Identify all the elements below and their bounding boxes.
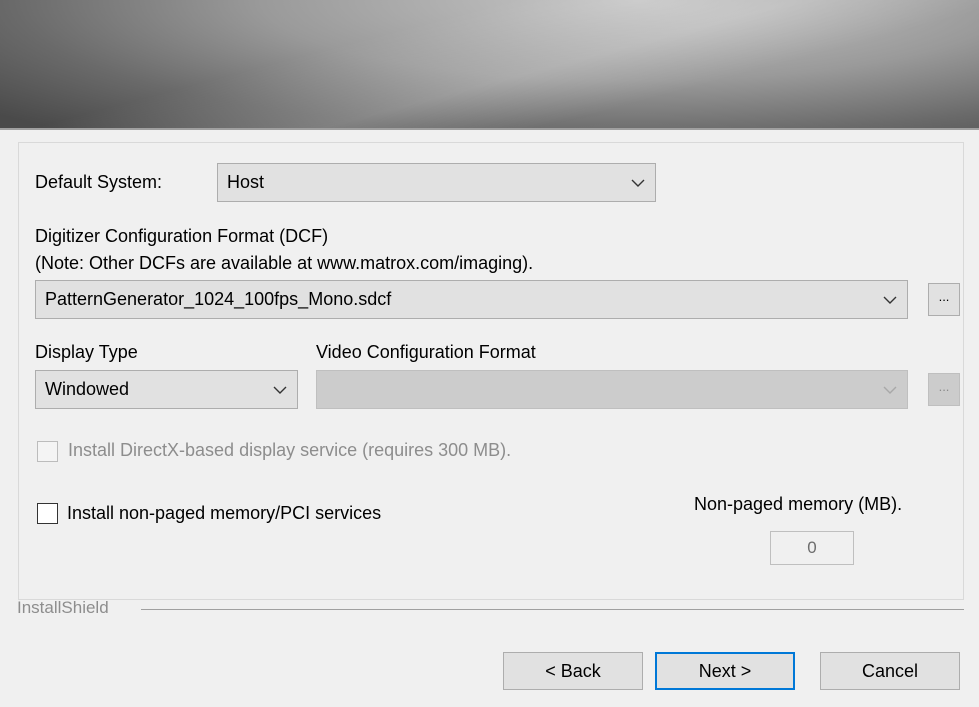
- dcf-select[interactable]: PatternGenerator_1024_100fps_Mono.sdcf: [35, 280, 908, 319]
- chevron-down-icon: [631, 179, 645, 187]
- installshield-brand: InstallShield: [17, 598, 109, 617]
- chevron-down-icon: [273, 386, 287, 394]
- back-button[interactable]: < Back: [503, 652, 643, 690]
- vcf-browse-button[interactable]: ...: [928, 373, 960, 406]
- display-type-select[interactable]: Windowed: [35, 370, 298, 409]
- nonpaged-label: Install non-paged memory/PCI services: [67, 503, 382, 523]
- chevron-down-icon: [883, 296, 897, 304]
- nonpaged-checkbox[interactable]: [37, 503, 58, 524]
- directx-label: Install DirectX-based display service (r…: [68, 440, 512, 460]
- footer-divider: [141, 609, 964, 610]
- next-button[interactable]: Next >: [655, 652, 795, 690]
- dcf-browse-button[interactable]: ...: [928, 283, 960, 316]
- display-type-label: Display Type: [35, 342, 138, 362]
- default-system-select[interactable]: Host: [217, 163, 656, 202]
- nonpaged-memory-label: Non-paged memory (MB).: [694, 494, 903, 514]
- dcf-title: Digitizer Configuration Format (DCF): [35, 226, 329, 246]
- dcf-note: (Note: Other DCFs are available at www.m…: [35, 253, 534, 273]
- banner-shine: [0, 0, 979, 128]
- vcf-select[interactable]: [316, 370, 908, 409]
- cancel-button[interactable]: Cancel: [820, 652, 960, 690]
- vcf-label: Video Configuration Format: [316, 342, 536, 362]
- directx-checkbox[interactable]: [37, 441, 58, 462]
- dcf-value: PatternGenerator_1024_100fps_Mono.sdcf: [45, 289, 392, 309]
- default-system-value: Host: [227, 172, 265, 192]
- default-system-label: Default System:: [35, 172, 163, 192]
- nonpaged-memory-input[interactable]: 0: [770, 531, 854, 565]
- banner-divider: [0, 128, 979, 130]
- chevron-down-icon: [883, 386, 897, 394]
- display-type-value: Windowed: [45, 379, 130, 399]
- header-banner: [0, 0, 979, 128]
